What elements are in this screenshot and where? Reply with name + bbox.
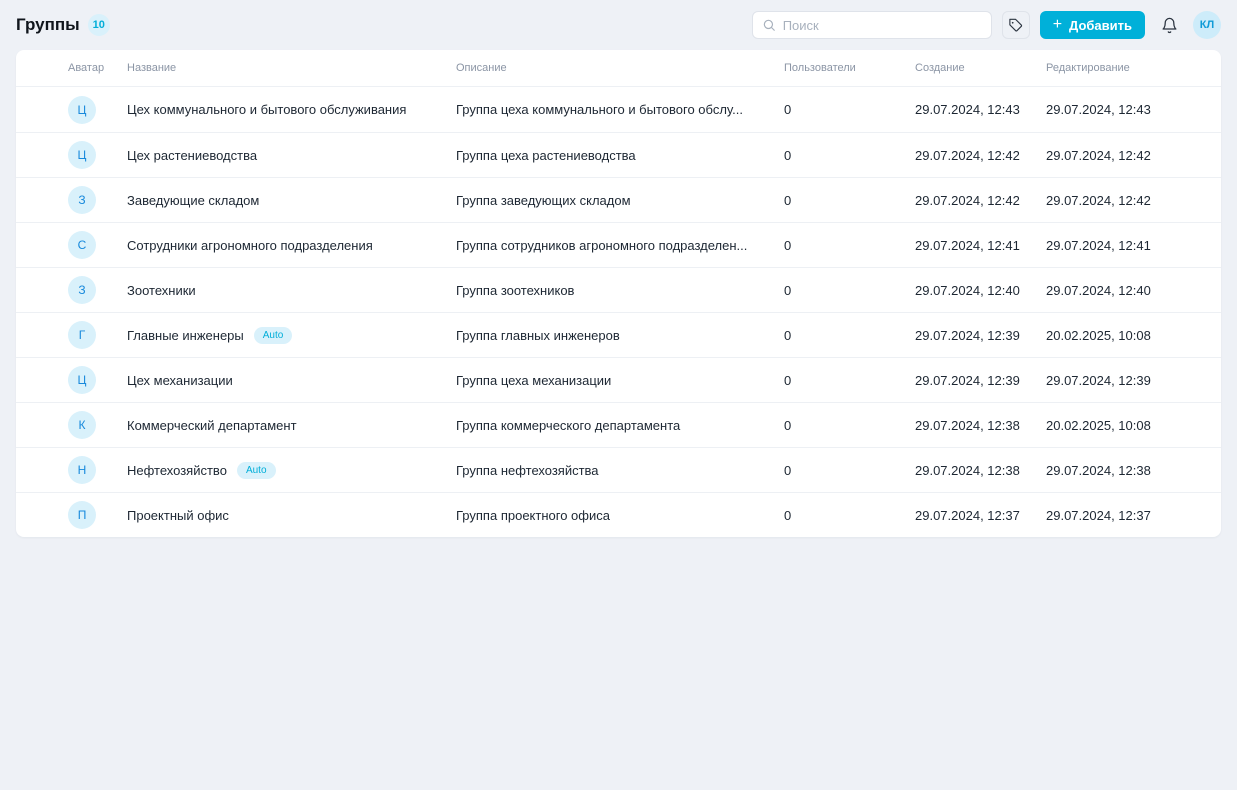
group-avatar: Ц	[68, 141, 96, 169]
group-name: Заведующие складом	[127, 193, 259, 208]
page-title: Группы	[16, 15, 80, 35]
group-users-count: 0	[784, 418, 915, 433]
group-description: Группа главных инженеров	[456, 328, 784, 343]
group-edited: 20.02.2025, 10:08	[1046, 328, 1205, 343]
group-users-count: 0	[784, 508, 915, 523]
group-name: Коммерческий департамент	[127, 418, 297, 433]
group-description: Группа цеха растениеводства	[456, 148, 784, 163]
group-description: Группа нефтехозяйства	[456, 463, 784, 478]
search-icon	[762, 18, 776, 32]
group-created: 29.07.2024, 12:42	[915, 148, 1046, 163]
group-created: 29.07.2024, 12:43	[915, 102, 1046, 117]
group-users-count: 0	[784, 193, 915, 208]
table-row[interactable]: К Коммерческий департамент Группа коммер…	[16, 402, 1221, 447]
group-description: Группа цеха механизации	[456, 373, 784, 388]
group-description: Группа проектного офиса	[456, 508, 784, 523]
table-header-row: Аватар Название Описание Пользователи Со…	[16, 50, 1221, 87]
add-button-label: Добавить	[1069, 18, 1132, 33]
table-row[interactable]: З Заведующие складом Группа заведующих с…	[16, 177, 1221, 222]
group-users-count: 0	[784, 328, 915, 343]
col-header-edited: Редактирование	[1046, 62, 1205, 74]
group-users-count: 0	[784, 148, 915, 163]
table-row[interactable]: П Проектный офис Группа проектного офиса…	[16, 492, 1221, 537]
table-row[interactable]: С Сотрудники агрономного подразделения Г…	[16, 222, 1221, 267]
group-edited: 29.07.2024, 12:43	[1046, 102, 1205, 117]
group-avatar: С	[68, 231, 96, 259]
col-header-users: Пользователи	[784, 62, 915, 74]
table-row[interactable]: Г Главные инженеры Auto Группа главных и…	[16, 312, 1221, 357]
table-row[interactable]: Ц Цех растениеводства Группа цеха растен…	[16, 132, 1221, 177]
search-box[interactable]	[752, 11, 992, 39]
search-input[interactable]	[783, 18, 982, 33]
group-created: 29.07.2024, 12:39	[915, 328, 1046, 343]
table-row[interactable]: Ц Цех механизации Группа цеха механизаци…	[16, 357, 1221, 402]
tags-button[interactable]	[1002, 11, 1030, 39]
group-description: Группа сотрудников агрономного подраздел…	[456, 238, 784, 253]
group-users-count: 0	[784, 283, 915, 298]
group-avatar: Н	[68, 456, 96, 484]
group-name: Сотрудники агрономного подразделения	[127, 238, 373, 253]
col-header-avatar: Аватар	[68, 62, 127, 74]
group-avatar: Г	[68, 321, 96, 349]
auto-badge: Auto	[254, 327, 293, 344]
group-edited: 29.07.2024, 12:42	[1046, 148, 1205, 163]
groups-count-badge: 10	[88, 14, 110, 36]
notifications-button[interactable]	[1155, 11, 1183, 39]
group-users-count: 0	[784, 102, 915, 117]
group-created: 29.07.2024, 12:38	[915, 463, 1046, 478]
group-created: 29.07.2024, 12:41	[915, 238, 1046, 253]
tag-icon	[1008, 18, 1023, 33]
group-created: 29.07.2024, 12:38	[915, 418, 1046, 433]
group-name: Нефтехозяйство	[127, 463, 227, 478]
group-edited: 29.07.2024, 12:37	[1046, 508, 1205, 523]
group-created: 29.07.2024, 12:37	[915, 508, 1046, 523]
plus-icon: +	[1053, 17, 1062, 33]
col-header-created: Создание	[915, 62, 1046, 74]
group-name: Цех механизации	[127, 373, 233, 388]
group-edited: 29.07.2024, 12:42	[1046, 193, 1205, 208]
groups-table: Аватар Название Описание Пользователи Со…	[16, 50, 1221, 537]
auto-badge: Auto	[237, 462, 276, 479]
topbar-actions: + Добавить КЛ	[752, 11, 1221, 39]
table-row[interactable]: Н Нефтехозяйство Auto Группа нефтехозяйс…	[16, 447, 1221, 492]
group-created: 29.07.2024, 12:40	[915, 283, 1046, 298]
group-description: Группа цеха коммунального и бытового обс…	[456, 102, 784, 117]
group-created: 29.07.2024, 12:42	[915, 193, 1046, 208]
group-edited: 20.02.2025, 10:08	[1046, 418, 1205, 433]
group-avatar: К	[68, 411, 96, 439]
group-avatar: З	[68, 276, 96, 304]
group-users-count: 0	[784, 238, 915, 253]
topbar: Группы 10 + Добавить КЛ	[0, 0, 1237, 50]
group-description: Группа зоотехников	[456, 283, 784, 298]
group-avatar: Ц	[68, 96, 96, 124]
col-header-name: Название	[127, 62, 456, 74]
group-created: 29.07.2024, 12:39	[915, 373, 1046, 388]
user-avatar[interactable]: КЛ	[1193, 11, 1221, 39]
group-edited: 29.07.2024, 12:41	[1046, 238, 1205, 253]
table-row[interactable]: З Зоотехники Группа зоотехников 0 29.07.…	[16, 267, 1221, 312]
group-users-count: 0	[784, 463, 915, 478]
group-description: Группа заведующих складом	[456, 193, 784, 208]
group-description: Группа коммерческого департамента	[456, 418, 784, 433]
group-users-count: 0	[784, 373, 915, 388]
group-avatar: Ц	[68, 366, 96, 394]
group-name: Зоотехники	[127, 283, 196, 298]
bell-icon	[1161, 17, 1178, 34]
group-avatar: З	[68, 186, 96, 214]
table-row[interactable]: Ц Цех коммунального и бытового обслужива…	[16, 87, 1221, 132]
group-edited: 29.07.2024, 12:40	[1046, 283, 1205, 298]
group-avatar: П	[68, 501, 96, 529]
group-name: Проектный офис	[127, 508, 229, 523]
add-button[interactable]: + Добавить	[1040, 11, 1145, 39]
table-body: Ц Цех коммунального и бытового обслужива…	[16, 87, 1221, 537]
group-name: Цех растениеводства	[127, 148, 257, 163]
col-header-description: Описание	[456, 62, 784, 74]
group-edited: 29.07.2024, 12:38	[1046, 463, 1205, 478]
group-edited: 29.07.2024, 12:39	[1046, 373, 1205, 388]
group-name: Цех коммунального и бытового обслуживани…	[127, 102, 406, 117]
group-name: Главные инженеры	[127, 328, 244, 343]
